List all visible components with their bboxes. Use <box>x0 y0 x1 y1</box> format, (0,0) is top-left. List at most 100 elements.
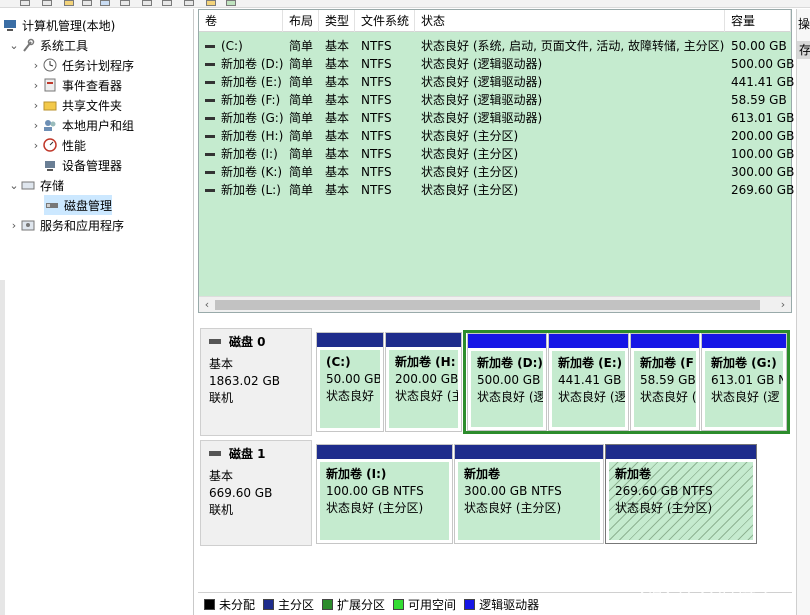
scrollbar-thumb[interactable] <box>215 300 760 310</box>
column-header-volume[interactable]: 卷 <box>199 10 283 32</box>
partition-f[interactable]: 新加卷 (F 58.59 GB 状态良好 ( <box>630 333 700 431</box>
chevron-right-icon[interactable]: › <box>30 119 42 132</box>
partition-label: 新加卷 (H: <box>395 355 456 369</box>
layout-cell: 简单 <box>289 183 314 197</box>
check-icon[interactable] <box>184 0 194 6</box>
table-row[interactable]: 新加卷 (G:) 简单 基本 NTFS 状态良好 (逻辑驱动器) 613.01 … <box>199 109 794 127</box>
chevron-down-icon[interactable]: ⌄ <box>8 39 20 52</box>
chevron-right-icon[interactable]: › <box>30 99 42 112</box>
folder-open-icon[interactable] <box>206 0 216 6</box>
table-row[interactable]: 新加卷 (K:) 简单 基本 NTFS 状态良好 (主分区) 300.00 GB <box>199 163 795 181</box>
mmc-icon[interactable] <box>226 0 236 6</box>
table-row[interactable]: 新加卷 (D:) 简单 基本 NTFS 状态良好 (逻辑驱动器) 500.00 … <box>199 55 794 73</box>
table-row[interactable]: 新加卷 (F:) 简单 基本 NTFS 状态良好 (逻辑驱动器) 58.59 G… <box>199 91 791 109</box>
disk-icon <box>209 451 221 456</box>
partition-d[interactable]: 新加卷 (D:) 500.00 GB 状态良好 (逻 <box>467 333 547 431</box>
table-row[interactable]: 新加卷 (I:) 简单 基本 NTFS 状态良好 (主分区) 100.00 GB <box>199 145 795 163</box>
legend-item: 扩展分区 <box>322 596 385 613</box>
disk-1-info[interactable]: 磁盘 1 基本 669.60 GB 联机 <box>200 440 312 546</box>
tree-item-device-manager[interactable]: 设备管理器 <box>42 155 122 175</box>
layout-cell: 简单 <box>289 39 314 53</box>
disk-0-info[interactable]: 磁盘 0 基本 1863.02 GB 联机 <box>200 328 312 436</box>
disk-name: 磁盘 0 <box>229 335 266 349</box>
refresh-icon[interactable] <box>142 0 152 6</box>
partition-body: 新加卷 (G:) 613.01 GB N 状态良好 (逻 <box>705 351 783 427</box>
volume-name: 新加卷 (F:) <box>221 93 281 107</box>
left-edge-scrollbar[interactable] <box>0 280 5 615</box>
column-header-status[interactable]: 状态 <box>415 10 725 32</box>
export-icon[interactable] <box>162 0 172 6</box>
tree-item-services[interactable]: › 服务和应用程序 <box>8 215 124 235</box>
action-pane-item[interactable]: 存 <box>797 41 810 59</box>
view-icon[interactable] <box>100 0 110 6</box>
volume-icon <box>205 135 215 138</box>
partition-body: 新加卷 (F 58.59 GB 状态良好 ( <box>634 351 696 427</box>
partition-c[interactable]: (C:) 50.00 GB 状态良好 <box>316 332 384 432</box>
chevron-right-icon[interactable]: › <box>30 79 42 92</box>
chevron-right-icon[interactable]: › <box>8 219 20 232</box>
volume-cell: 新加卷 (F:) <box>205 91 280 109</box>
filesystem-cell: NTFS <box>361 129 392 143</box>
status-cell: 状态良好 (逻辑驱动器) <box>421 75 543 89</box>
legend-label: 未分配 <box>219 597 256 612</box>
tree-item-label: 本地用户和组 <box>62 118 135 133</box>
status-cell: 状态良好 (逻辑驱动器) <box>421 93 543 107</box>
table-row[interactable]: 新加卷 (L:) 简单 基本 NTFS 状态良好 (主分区) 269.60 GB <box>199 181 794 199</box>
partition-g[interactable]: 新加卷 (G:) 613.01 GB N 状态良好 (逻 <box>701 333 787 431</box>
column-header-layout[interactable]: 布局 <box>283 10 319 32</box>
layout-cell: 简单 <box>289 147 314 161</box>
folder-icon[interactable] <box>64 0 74 6</box>
scroll-right-icon[interactable]: › <box>775 297 791 313</box>
capacity-cell: 100.00 GB <box>731 147 795 161</box>
legend-item: 逻辑驱动器 <box>464 596 539 613</box>
table-row[interactable]: 新加卷 (H:) 简单 基本 NTFS 状态良好 (主分区) 200.00 GB <box>199 127 794 145</box>
column-header-capacity[interactable]: 容量 <box>725 10 791 32</box>
disk-icon <box>209 339 221 344</box>
properties-icon[interactable] <box>82 0 92 6</box>
partition-k[interactable]: 新加卷 300.00 GB NTFS 状态良好 (主分区) <box>454 444 604 544</box>
tree-item-event-viewer[interactable]: › 事件查看器 <box>30 75 122 95</box>
tree-item-task-scheduler[interactable]: › 任务计划程序 <box>30 55 134 75</box>
partition-status: 状态良好 (逻 <box>477 390 543 404</box>
partition-body: 新加卷 300.00 GB NTFS 状态良好 (主分区) <box>458 462 600 540</box>
scroll-left-icon[interactable]: ‹ <box>199 297 215 313</box>
tree-item-storage[interactable]: ⌄ 存储 <box>8 175 64 195</box>
chevron-right-icon[interactable]: › <box>30 139 42 152</box>
volume-icon <box>205 99 215 102</box>
partition-e[interactable]: 新加卷 (E:) 441.41 GB N 状态良好 (逻 <box>548 333 629 431</box>
capacity-cell: 300.00 GB <box>731 165 795 179</box>
partition-label: 新加卷 (I:) <box>326 467 387 481</box>
filesystem-cell: NTFS <box>361 75 392 89</box>
partition-h[interactable]: 新加卷 (H: 200.00 GB 状态良好 (主 <box>385 332 462 432</box>
tree-item-system-tools[interactable]: ⌄ 系统工具 <box>8 35 88 55</box>
column-header-type[interactable]: 类型 <box>319 10 355 32</box>
tree-item-disk-management[interactable]: 磁盘管理 <box>44 195 113 215</box>
filesystem-cell: NTFS <box>361 57 392 71</box>
horizontal-scrollbar[interactable]: ‹ › <box>199 296 791 312</box>
partition-body: (C:) 50.00 GB 状态良好 <box>320 350 380 428</box>
column-header-filesystem[interactable]: 文件系统 <box>355 10 415 32</box>
tree-item-label: 系统工具 <box>40 38 89 53</box>
volume-icon <box>205 189 215 192</box>
table-row[interactable]: (C:) 简单 基本 NTFS 状态良好 (系统, 启动, 页面文件, 活动, … <box>199 37 791 55</box>
forward-icon[interactable] <box>42 0 52 6</box>
tree-item-shared-folders[interactable]: › 共享文件夹 <box>30 95 122 115</box>
partition-l[interactable]: 新加卷 269.60 GB NTFS 状态良好 (主分区) <box>605 444 757 544</box>
disk-size: 669.60 GB <box>209 486 273 500</box>
type-cell: 基本 <box>325 183 350 197</box>
back-icon[interactable] <box>20 0 30 6</box>
legend-swatch <box>263 598 275 610</box>
help-icon[interactable] <box>120 0 130 6</box>
tree-item-local-users[interactable]: › 本地用户和组 <box>30 115 134 135</box>
table-row[interactable]: 新加卷 (E:) 简单 基本 NTFS 状态良好 (逻辑驱动器) 441.41 … <box>199 73 794 91</box>
layout-cell: 简单 <box>289 93 314 107</box>
chevron-down-icon[interactable]: ⌄ <box>8 179 20 192</box>
disk-1-title: 磁盘 1 <box>209 445 303 462</box>
tree-root[interactable]: 计算机管理(本地) <box>2 15 115 35</box>
tree-item-performance[interactable]: › 性能 <box>30 135 86 155</box>
partition-i[interactable]: 新加卷 (I:) 100.00 GB NTFS 状态良好 (主分区) <box>316 444 453 544</box>
tree-item-label: 共享文件夹 <box>62 98 123 113</box>
volume-icon <box>205 45 215 48</box>
partition-size: 441.41 GB N <box>558 373 625 387</box>
chevron-right-icon[interactable]: › <box>30 59 42 72</box>
